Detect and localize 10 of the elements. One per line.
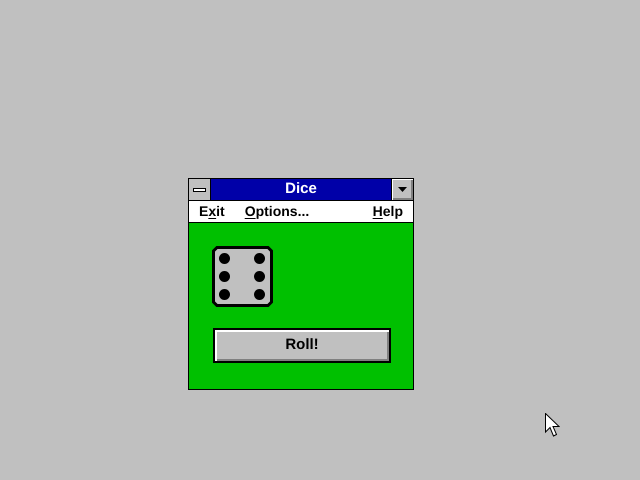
menu-item[interactable]: Help	[362, 201, 413, 222]
window-title: Dice	[211, 179, 391, 200]
system-menu-button[interactable]	[189, 179, 211, 200]
minimize-button[interactable]	[391, 179, 413, 200]
menu-item[interactable]: Options...	[234, 201, 320, 222]
dash-icon	[193, 188, 206, 192]
roll-button[interactable]: Roll!	[213, 328, 391, 363]
menu-item[interactable]: Exit	[189, 201, 235, 222]
down-arrow-icon	[398, 187, 407, 192]
mouse-pointer-icon	[545, 413, 560, 438]
